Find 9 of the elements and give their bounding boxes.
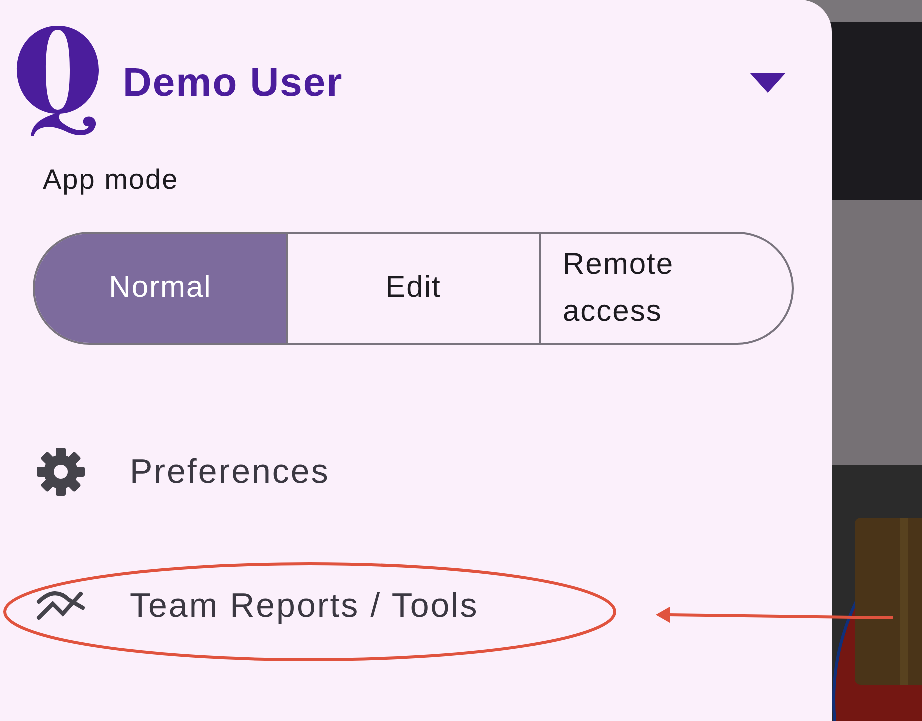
dropdown-caret-icon[interactable]: [750, 73, 786, 93]
mode-option[interactable]: Remote access: [539, 234, 792, 343]
gear-icon: [35, 446, 87, 498]
menu-item[interactable]: Team Reports / Tools: [130, 586, 479, 626]
app-mode-label: App mode: [43, 164, 180, 196]
menu-item[interactable]: Preferences: [130, 452, 330, 492]
mode-option[interactable]: Normal: [35, 234, 286, 343]
user-name: Demo User: [123, 60, 344, 106]
mode-option[interactable]: Edit: [286, 234, 539, 343]
